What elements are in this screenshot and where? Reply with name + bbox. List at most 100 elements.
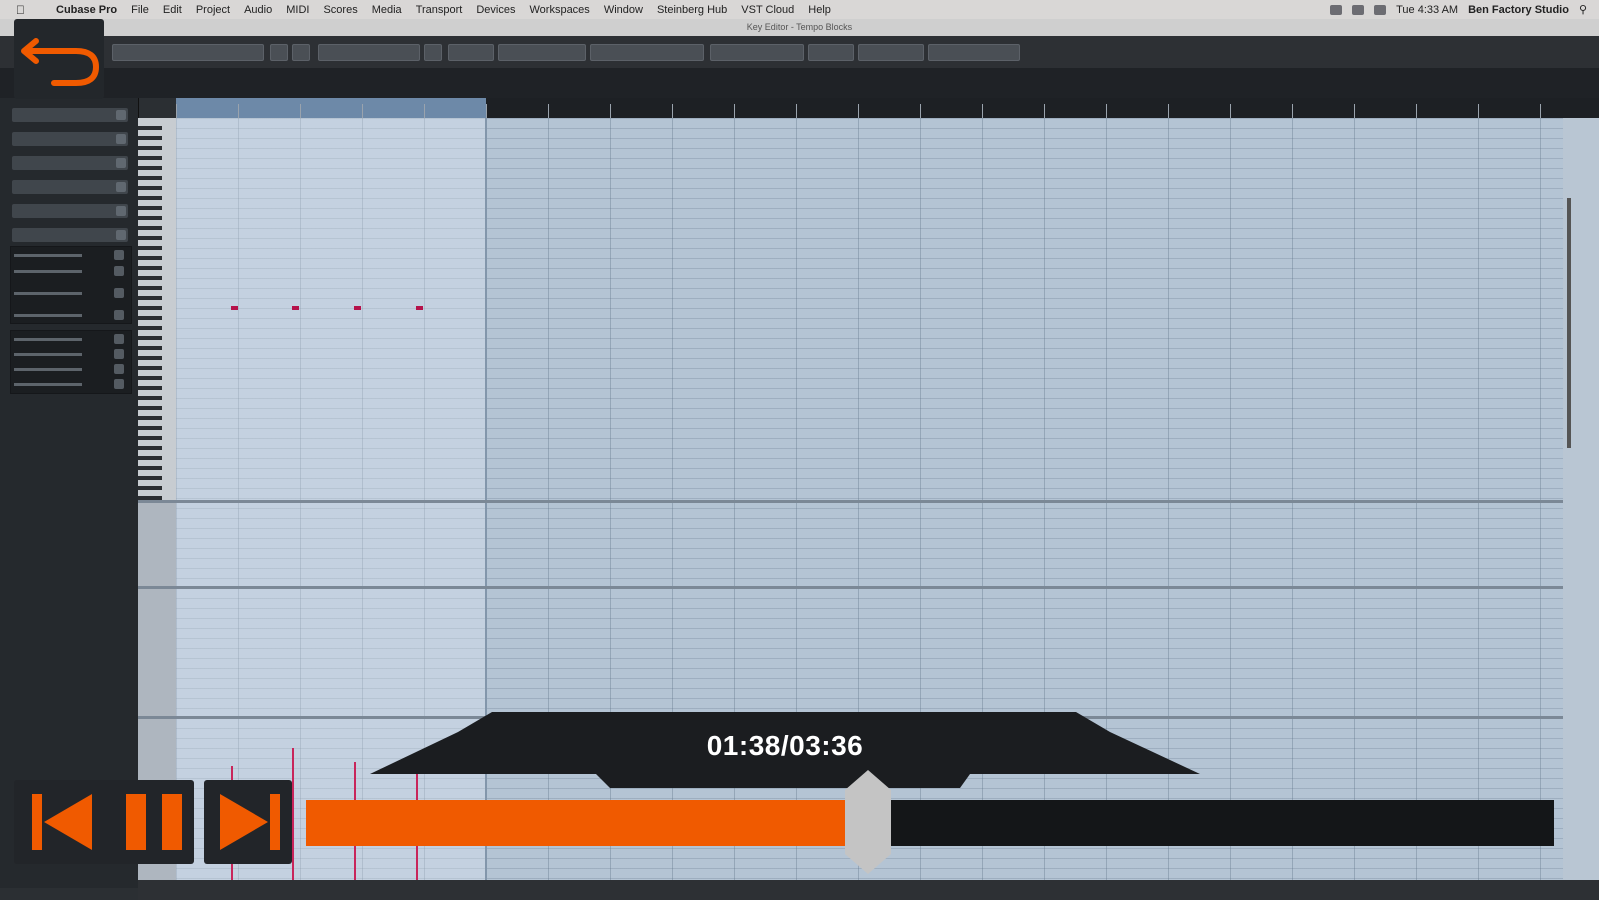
inspector-section-functions[interactable]: [12, 108, 128, 122]
menu-file[interactable]: File: [131, 4, 149, 16]
option-legato[interactable]: [14, 250, 124, 260]
tray-status-icon[interactable]: [1330, 4, 1343, 15]
tray-volume-icon[interactable]: [1374, 4, 1387, 15]
piano-key[interactable]: [138, 226, 162, 230]
toolbar-dropdown[interactable]: [498, 44, 586, 61]
piano-key[interactable]: [138, 446, 162, 450]
menu-media[interactable]: Media: [372, 4, 402, 16]
piano-key[interactable]: [138, 236, 162, 240]
inspector-section-selection[interactable]: [12, 180, 128, 194]
piano-key[interactable]: [138, 386, 162, 390]
piano-key[interactable]: [138, 376, 162, 380]
piano-key[interactable]: [138, 146, 162, 150]
toolbar-dropdown[interactable]: [928, 44, 1020, 61]
menu-scores[interactable]: Scores: [323, 4, 357, 16]
midi-note[interactable]: [292, 306, 299, 310]
piano-key[interactable]: [138, 186, 162, 190]
piano-key[interactable]: [138, 426, 162, 430]
menu-devices[interactable]: Devices: [476, 4, 515, 16]
piano-key[interactable]: [138, 286, 162, 290]
piano-key[interactable]: [138, 246, 162, 250]
piano-key[interactable]: [138, 456, 162, 460]
option-remove-selected[interactable]: [14, 310, 124, 320]
function-delete-overlaps-poly[interactable]: [14, 379, 124, 389]
tray-wifi-icon[interactable]: [1352, 4, 1365, 15]
inspector-section-transpose[interactable]: [12, 204, 128, 218]
option-overlap[interactable]: [14, 288, 124, 298]
menu-midi[interactable]: MIDI: [286, 4, 309, 16]
menu-window[interactable]: Window: [604, 4, 643, 16]
piano-key[interactable]: [138, 396, 162, 400]
piano-key[interactable]: [138, 356, 162, 360]
piano-key[interactable]: [138, 416, 162, 420]
vertical-scrollbar[interactable]: [1563, 118, 1599, 888]
menu-vst-cloud[interactable]: VST Cloud: [741, 4, 794, 16]
menu-workspaces[interactable]: Workspaces: [529, 4, 589, 16]
skip-next-icon[interactable]: [218, 792, 282, 852]
piano-key[interactable]: [138, 436, 162, 440]
piano-key[interactable]: [138, 126, 162, 130]
toolbar-tools-group[interactable]: [112, 44, 264, 61]
menu-audio[interactable]: Audio: [244, 4, 272, 16]
piano-key[interactable]: [138, 206, 162, 210]
piano-key[interactable]: [138, 166, 162, 170]
menu-clock[interactable]: Tue 4:33 AM: [1396, 4, 1458, 16]
velocity-bar[interactable]: [292, 748, 294, 880]
inspector-section-edit[interactable]: [12, 132, 128, 146]
piano-key[interactable]: [138, 176, 162, 180]
toolbar-dropdown[interactable]: [710, 44, 804, 61]
controller-lane-divider[interactable]: [138, 586, 1563, 589]
inspector-section-length[interactable]: [12, 228, 128, 242]
event-range-selection[interactable]: [176, 98, 486, 118]
inspector-section-quantize[interactable]: [12, 156, 128, 170]
piano-key[interactable]: [138, 216, 162, 220]
piano-key[interactable]: [138, 276, 162, 280]
function-fixed-lengths[interactable]: [14, 334, 124, 344]
midi-note[interactable]: [354, 306, 361, 310]
option-fixed-length[interactable]: [14, 266, 124, 276]
piano-key[interactable]: [138, 306, 162, 310]
menu-help[interactable]: Help: [808, 4, 831, 16]
scrollbar-thumb[interactable]: [1567, 198, 1571, 448]
piano-key[interactable]: [138, 366, 162, 370]
piano-key[interactable]: [138, 266, 162, 270]
pause-icon[interactable]: [124, 792, 186, 852]
piano-key[interactable]: [138, 346, 162, 350]
back-button[interactable]: [14, 19, 104, 99]
piano-key[interactable]: [138, 156, 162, 160]
menu-edit[interactable]: Edit: [163, 4, 182, 16]
progress-thumb[interactable]: [843, 770, 893, 874]
piano-key[interactable]: [138, 466, 162, 470]
toolbar-dropdown[interactable]: [858, 44, 924, 61]
piano-key[interactable]: [138, 316, 162, 320]
menu-user[interactable]: Ben Factory Studio: [1468, 4, 1569, 16]
function-delete-overlaps-mono[interactable]: [14, 364, 124, 374]
apple-icon[interactable]: : [16, 3, 32, 17]
piano-key[interactable]: [138, 486, 162, 490]
function-fixed-note-length[interactable]: [14, 349, 124, 359]
menu-transport[interactable]: Transport: [416, 4, 463, 16]
toolbar-button[interactable]: [270, 44, 288, 61]
piano-key[interactable]: [138, 406, 162, 410]
piano-key[interactable]: [138, 136, 162, 140]
menu-steinberg-hub[interactable]: Steinberg Hub: [657, 4, 727, 16]
piano-key[interactable]: [138, 256, 162, 260]
controller-lane-1-label[interactable]: [138, 503, 176, 586]
toolbar-dropdown[interactable]: [590, 44, 704, 61]
controller-lane-2-label[interactable]: [138, 589, 176, 716]
toolbar-dropdown[interactable]: [318, 44, 420, 61]
toolbar-button[interactable]: [424, 44, 442, 61]
toolbar-button[interactable]: [292, 44, 310, 61]
menu-project[interactable]: Project: [196, 4, 230, 16]
piano-key[interactable]: [138, 296, 162, 300]
toolbar-dropdown[interactable]: [448, 44, 494, 61]
piano-key[interactable]: [138, 336, 162, 340]
controller-lane-divider[interactable]: [138, 500, 1563, 503]
toolbar-button[interactable]: [808, 44, 854, 61]
midi-note[interactable]: [231, 306, 238, 310]
spotlight-icon[interactable]: ⚲: [1579, 3, 1587, 16]
piano-key[interactable]: [138, 476, 162, 480]
skip-previous-icon[interactable]: [30, 792, 94, 852]
midi-note[interactable]: [416, 306, 423, 310]
piano-key[interactable]: [138, 326, 162, 330]
